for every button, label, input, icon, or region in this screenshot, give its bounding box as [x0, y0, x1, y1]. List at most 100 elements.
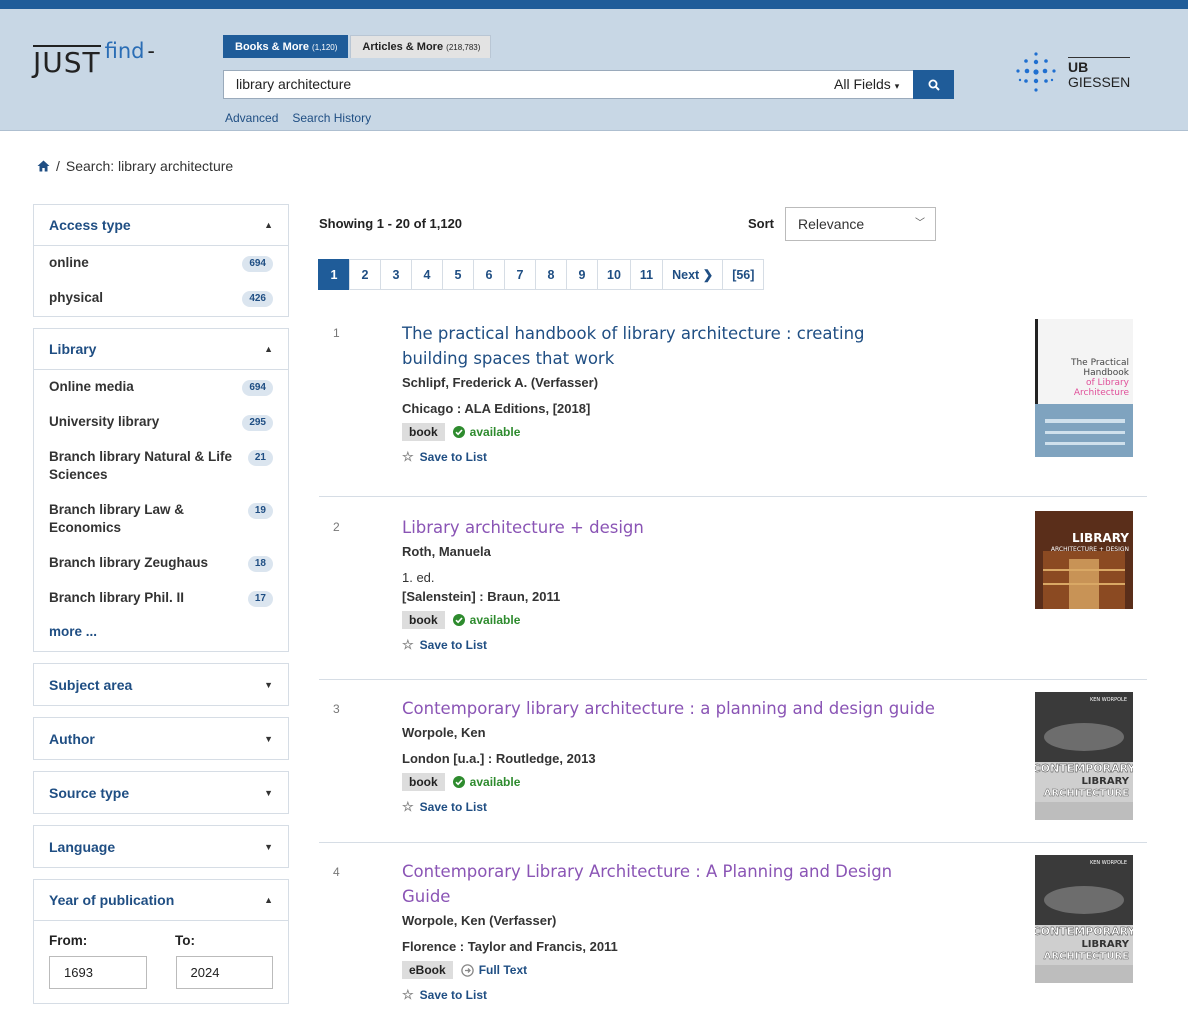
page-link[interactable]: 9 [566, 259, 598, 290]
facet-title: Author [49, 730, 95, 747]
ub-giessen-logo[interactable]: UB GIESSEN [1012, 49, 1131, 97]
result-title-link[interactable]: Library architecture + design [402, 515, 902, 540]
facet-count-badge: 694 [242, 256, 273, 272]
facet-item[interactable]: Branch library Natural & Life Sciences 21 [34, 440, 288, 493]
book-cover-image[interactable]: KEN WORPOLE CONTEMPORARY LIBRARY ARCHITE… [1035, 855, 1133, 983]
cover-text: ARCHITECTURE + DESIGN [1051, 546, 1129, 553]
facet-count-badge: 295 [242, 415, 273, 431]
page-link[interactable]: 1 [318, 259, 350, 290]
page-link[interactable]: 11 [629, 259, 664, 290]
facet-item-label: online [49, 255, 89, 270]
full-text-label: Full Text [478, 963, 528, 977]
availability-status[interactable]: available [452, 775, 521, 789]
sort-select[interactable]: Relevance ﹀ [785, 207, 936, 241]
save-to-list-button[interactable]: ☆ Save to List [402, 637, 1147, 653]
facet-sidebar: Access type ▲ online 694 physical 426 Libra… [33, 204, 289, 1015]
cover-text: KEN WORPOLE [1090, 697, 1127, 703]
cover-text: The Practical [1070, 358, 1129, 368]
page-link[interactable]: 3 [380, 259, 412, 290]
facet-item[interactable]: Online media 694 [34, 370, 288, 405]
home-icon[interactable] [37, 160, 50, 172]
facet-header[interactable]: Source type ▼ [34, 772, 288, 813]
ub-line2: GIESSEN [1068, 73, 1131, 90]
result-number: 1 [333, 326, 340, 340]
tab-count: (218,783) [446, 43, 481, 52]
facet-header[interactable]: Library ▲ [34, 329, 288, 370]
facet-title: Subject area [49, 676, 133, 693]
year-to-label: To: [175, 933, 195, 948]
format-badge: book [402, 773, 445, 791]
facet-item[interactable]: physical 426 [34, 281, 288, 316]
page-link[interactable]: 7 [504, 259, 536, 290]
page-link[interactable]: 10 [597, 259, 631, 290]
availability-text: available [469, 775, 521, 789]
advanced-search-link[interactable]: Advanced [225, 111, 278, 125]
facet-item[interactable]: Branch library Law & Economics 19 [34, 493, 288, 546]
breadcrumb-current: Search: library architecture [65, 158, 234, 174]
year-range: From: To: 1693 2024 [34, 921, 288, 1003]
facet-header[interactable]: Author ▼ [34, 718, 288, 759]
facet-subject-area: Subject area ▼ [33, 663, 289, 706]
facet-header[interactable]: Subject area ▼ [34, 664, 288, 705]
year-from-input[interactable]: 1693 [49, 956, 147, 989]
breadcrumb-separator: / [56, 158, 60, 174]
book-cover-image[interactable]: LIBRARY ARCHITECTURE + DESIGN [1035, 511, 1133, 609]
save-label: Save to List [419, 450, 488, 464]
page-link[interactable]: 5 [442, 259, 474, 290]
full-text-link[interactable]: Full Text [460, 963, 528, 977]
tab-articles-and-more[interactable]: Articles & More (218,783) [350, 35, 492, 58]
facet-item[interactable]: University library 295 [34, 405, 288, 440]
facet-header[interactable]: Access type ▲ [34, 205, 288, 246]
chevron-right-icon: ❯ [702, 268, 714, 282]
star-icon: ☆ [402, 799, 414, 814]
next-page-link[interactable]: Next ❯ [662, 259, 724, 290]
breadcrumb: / Search: library architecture [37, 158, 233, 174]
facet-item-label: Branch library Phil. II [49, 590, 185, 605]
facet-count-badge: 19 [247, 503, 273, 519]
pagination: 1 2 3 4 5 6 7 8 9 10 11 Next ❯ [56] [318, 259, 1147, 290]
search-button[interactable] [913, 70, 954, 99]
format-badge: book [402, 423, 445, 441]
last-page-link[interactable]: [56] [722, 259, 765, 290]
ub-giessen-text: UB GIESSEN [1068, 56, 1131, 90]
availability-status[interactable]: available [452, 613, 521, 627]
facet-author: Author ▼ [33, 717, 289, 760]
page-link[interactable]: 6 [473, 259, 505, 290]
result-item: 1 The practical handbook of library arch… [319, 319, 1147, 497]
facet-item-label: University library [49, 414, 160, 429]
result-title-link[interactable]: Contemporary Library Architecture : A Pl… [402, 859, 902, 909]
page-link[interactable]: 8 [535, 259, 567, 290]
facet-item[interactable]: Branch library Zeughaus 18 [34, 546, 288, 581]
search-input[interactable]: library architecture [223, 70, 833, 99]
search-history-link[interactable]: Search History [292, 111, 371, 125]
facet-more-link[interactable]: more ... [34, 616, 288, 651]
sort-value: Relevance [798, 216, 865, 232]
facet-item[interactable]: online 694 [34, 246, 288, 281]
chevron-down-icon: ﹀ [915, 218, 925, 229]
book-cover-image[interactable]: The Practical Handbook of Library Archit… [1035, 319, 1133, 457]
facet-count-badge: 426 [242, 291, 273, 307]
save-to-list-button[interactable]: ☆ Save to List [402, 987, 1147, 1003]
facet-header[interactable]: Language ▼ [34, 826, 288, 867]
facet-item[interactable]: Branch library Phil. II 17 [34, 581, 288, 616]
cover-text: ARCHITECTURE [1044, 788, 1130, 799]
availability-text: available [469, 613, 521, 627]
result-title-link[interactable]: The practical handbook of library archit… [402, 321, 902, 371]
facet-header[interactable]: Year of publication ▲ [34, 880, 288, 921]
search-field-dropdown[interactable]: All Fields ▾ [833, 70, 913, 99]
justfind-logo[interactable]: JUST find - [33, 38, 155, 78]
availability-status[interactable]: available [452, 425, 520, 439]
tab-books-and-more[interactable]: Books & More (1,120) [223, 35, 349, 58]
star-icon: ☆ [402, 637, 414, 652]
book-cover-image[interactable]: KEN WORPOLE CONTEMPORARY LIBRARY ARCHITE… [1035, 692, 1133, 820]
result-title-link[interactable]: Contemporary library architecture : a pl… [402, 696, 962, 721]
cover-text: LIBRARY [1081, 939, 1129, 950]
page-link[interactable]: 4 [411, 259, 443, 290]
page-link[interactable]: 2 [349, 259, 381, 290]
facet-title: Library [49, 341, 97, 357]
site-header: JUST find - Books & More (1,120) Article… [0, 9, 1188, 131]
cover-text: Handbook [1083, 368, 1129, 378]
year-from-label: From: [49, 933, 88, 948]
year-to-input[interactable]: 2024 [175, 956, 273, 989]
caret-up-icon: ▲ [264, 895, 273, 905]
